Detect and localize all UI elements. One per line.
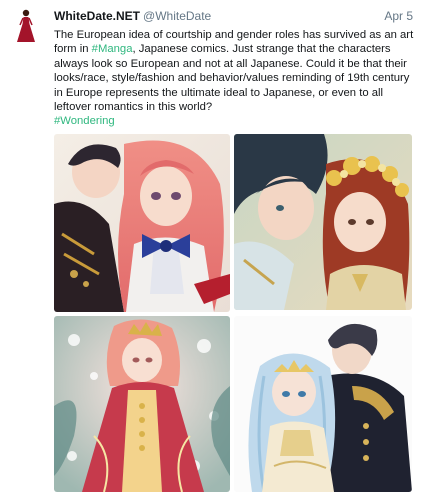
media-grid	[54, 134, 416, 496]
manga-couple-flower-crown-image	[234, 134, 412, 310]
tweet-date[interactable]: Apr 5	[384, 8, 413, 24]
media-image-3[interactable]	[54, 316, 230, 492]
hashtag-manga[interactable]: #Manga	[92, 43, 133, 55]
hashtag-wondering[interactable]: #Wondering	[54, 115, 115, 127]
avatar-woman-red-dress-icon	[17, 9, 35, 42]
manga-couple-uniform-image	[54, 134, 230, 312]
media-image-2[interactable]	[234, 134, 412, 310]
tweet-text: The European idea of courtship and gende…	[54, 28, 414, 129]
manga-couple-blue-hair-image	[234, 316, 412, 492]
media-image-4[interactable]	[234, 316, 412, 492]
tweet-header: WhiteDate.NET @WhiteDate Apr 5	[54, 8, 413, 24]
media-image-1[interactable]	[54, 134, 230, 312]
author-name[interactable]: WhiteDate.NET	[54, 9, 140, 23]
avatar[interactable]	[14, 8, 38, 44]
manga-princess-ornate-image	[54, 316, 230, 492]
tweet[interactable]: WhiteDate.NET @WhiteDate Apr 5 The Europe…	[0, 0, 425, 500]
author-handle[interactable]: @WhiteDate	[143, 9, 211, 23]
